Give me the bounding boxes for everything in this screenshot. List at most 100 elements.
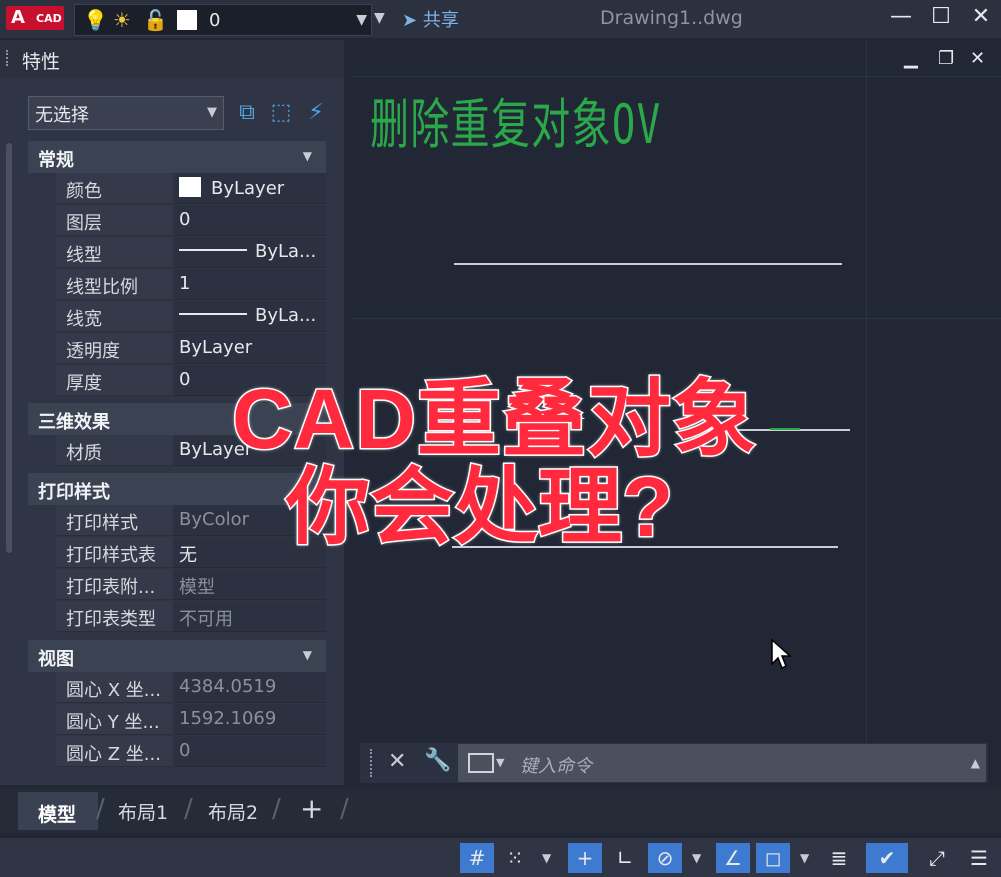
object-snap-icon[interactable]: ◻ [756, 843, 790, 873]
command-line-bar: ✕ 🔧 ▼ 键入命令 ▲ [360, 743, 988, 783]
chevron-down-icon: ▼ [207, 105, 217, 120]
selection-value: 无选择 [35, 105, 89, 126]
mouse-cursor-icon [771, 638, 792, 670]
color-swatch-icon [179, 177, 201, 197]
property-value: 1592.1069 [179, 708, 277, 729]
command-prompt-icon[interactable] [468, 753, 494, 773]
property-name: 线宽 [66, 309, 102, 330]
app-logo[interactable]: A CAD [6, 6, 64, 30]
selection-dropdown[interactable]: 无选择 ▼ [28, 96, 224, 130]
chevron-up-icon[interactable]: ▲ [971, 756, 980, 770]
category-label: 打印样式 [38, 482, 110, 503]
document-title: Drawing1..dwg [600, 7, 743, 29]
property-name: 打印表类型 [66, 609, 156, 630]
quick-select-icon[interactable]: ⚡ [302, 100, 330, 125]
ortho-mode-icon[interactable]: ∟ [608, 843, 642, 873]
snap-mode-icon[interactable]: ⁙ [498, 843, 532, 873]
property-row[interactable]: 圆心 Z 坐... 0 [56, 736, 326, 767]
collapse-arrow-icon: ▼ [302, 648, 312, 662]
current-layer-name: 0 [209, 10, 221, 31]
minimize-icon[interactable]: — [886, 4, 916, 29]
linetype-preview-icon [179, 249, 247, 251]
property-row[interactable]: 线型 ByLa... [56, 237, 326, 268]
lineweight-icon[interactable]: ≣ [822, 843, 856, 873]
property-value: 无 [179, 545, 197, 566]
lightbulb-icon[interactable]: 💡 [83, 9, 108, 31]
property-name: 打印样式 [66, 513, 138, 534]
command-input[interactable]: ▼ 键入命令 ▲ [458, 744, 986, 782]
logo-letter: A [11, 7, 25, 28]
chevron-down-icon[interactable]: ▼ [692, 843, 701, 873]
chevron-down-icon[interactable]: ▼ [356, 12, 367, 28]
toggle-pickadd-icon[interactable]: ⧉ [233, 100, 261, 125]
infer-constraints-icon[interactable]: + [568, 843, 602, 873]
category-label: 视图 [38, 649, 74, 670]
layer-dropdown[interactable]: 💡 ☀ 🔓 0 ▼ [74, 4, 372, 36]
viewport-restore-icon[interactable]: ❐ [938, 48, 954, 69]
property-value: ByColor [179, 509, 249, 530]
select-objects-icon[interactable]: ⬚ [267, 100, 295, 125]
property-row[interactable]: 打印表类型 不可用 [56, 601, 326, 632]
add-layout-button[interactable]: + [300, 792, 323, 825]
paper-plane-icon: ➤ [402, 10, 418, 31]
overlay-title-line2: 你会处理? [284, 459, 674, 556]
panel-scrollbar[interactable] [6, 143, 12, 553]
property-name: 厚度 [66, 373, 102, 394]
quick-access-dropdown-icon[interactable]: ▼ [374, 10, 385, 26]
unlock-icon[interactable]: 🔓 [143, 9, 168, 31]
chevron-down-icon[interactable]: ▼ [496, 756, 504, 769]
property-value: 0 [179, 369, 191, 390]
property-name: 圆心 Z 坐... [66, 744, 161, 765]
tab-divider: / [272, 794, 281, 824]
property-row[interactable]: 颜色 ByLayer [56, 173, 326, 204]
share-button[interactable]: ➤ 共享 [402, 6, 459, 32]
wrench-icon[interactable]: 🔧 [424, 748, 451, 773]
category-general[interactable]: 常规 ▼ [28, 141, 326, 173]
property-name: 图层 [66, 213, 102, 234]
category-view[interactable]: 视图 ▼ [28, 640, 326, 672]
tab-model[interactable]: 模型 [18, 792, 98, 830]
close-icon[interactable]: ✕ [966, 4, 996, 29]
chevron-down-icon[interactable]: ▼ [800, 843, 809, 873]
chevron-down-icon[interactable]: ▼ [542, 843, 551, 873]
command-placeholder: 键入命令 [520, 756, 592, 777]
tab-layout1[interactable]: 布局1 [118, 798, 168, 825]
drawing-line[interactable] [454, 263, 842, 265]
command-grip-handle[interactable] [370, 749, 378, 777]
drawing-annotation-text[interactable]: 删除重复对象OV [370, 80, 662, 159]
property-value: 模型 [179, 577, 215, 598]
customization-menu-icon[interactable]: ☰ [962, 843, 996, 873]
property-row[interactable]: 打印表附... 模型 [56, 569, 326, 600]
property-row[interactable]: 图层 0 [56, 205, 326, 236]
color-square-icon[interactable] [177, 10, 197, 30]
property-row[interactable]: 圆心 Y 坐... 1592.1069 [56, 704, 326, 735]
isometric-drafting-icon[interactable]: ∠ [716, 843, 750, 873]
viewport-minimize-icon[interactable]: ▁ [904, 48, 918, 69]
polar-tracking-icon[interactable]: ⊘ [648, 843, 682, 873]
category-label: 三维效果 [38, 412, 110, 433]
property-row[interactable]: 线宽 ByLa... [56, 301, 326, 332]
sun-icon[interactable]: ☀ [113, 9, 131, 31]
category-plot-style[interactable]: 打印样式 [28, 473, 326, 505]
grid-line [352, 318, 1001, 319]
property-value: 0 [179, 209, 191, 230]
property-value: ByLayer [211, 178, 285, 199]
grid-display-icon[interactable]: # [460, 843, 494, 873]
property-value: 0 [179, 740, 191, 761]
property-name: 圆心 Y 坐... [66, 712, 160, 733]
tab-label: 模型 [38, 804, 77, 826]
panel-grip-handle[interactable] [6, 50, 14, 66]
property-value: 4384.0519 [179, 676, 277, 697]
property-row[interactable]: 线型比例 1 [56, 269, 326, 300]
maximize-icon[interactable]: ☐ [926, 4, 956, 29]
share-label: 共享 [422, 10, 459, 31]
grid-line [866, 40, 867, 745]
property-value: ByLa... [255, 305, 317, 326]
tab-layout2[interactable]: 布局2 [208, 798, 258, 825]
fullscreen-icon[interactable]: ⤢ [920, 843, 954, 873]
close-icon[interactable]: ✕ [388, 749, 406, 774]
tab-divider: / [340, 794, 349, 824]
viewport-close-icon[interactable]: ✕ [970, 48, 985, 69]
annotation-scale-icon[interactable]: ✔ [866, 843, 908, 873]
property-row[interactable]: 圆心 X 坐... 4384.0519 [56, 672, 326, 703]
